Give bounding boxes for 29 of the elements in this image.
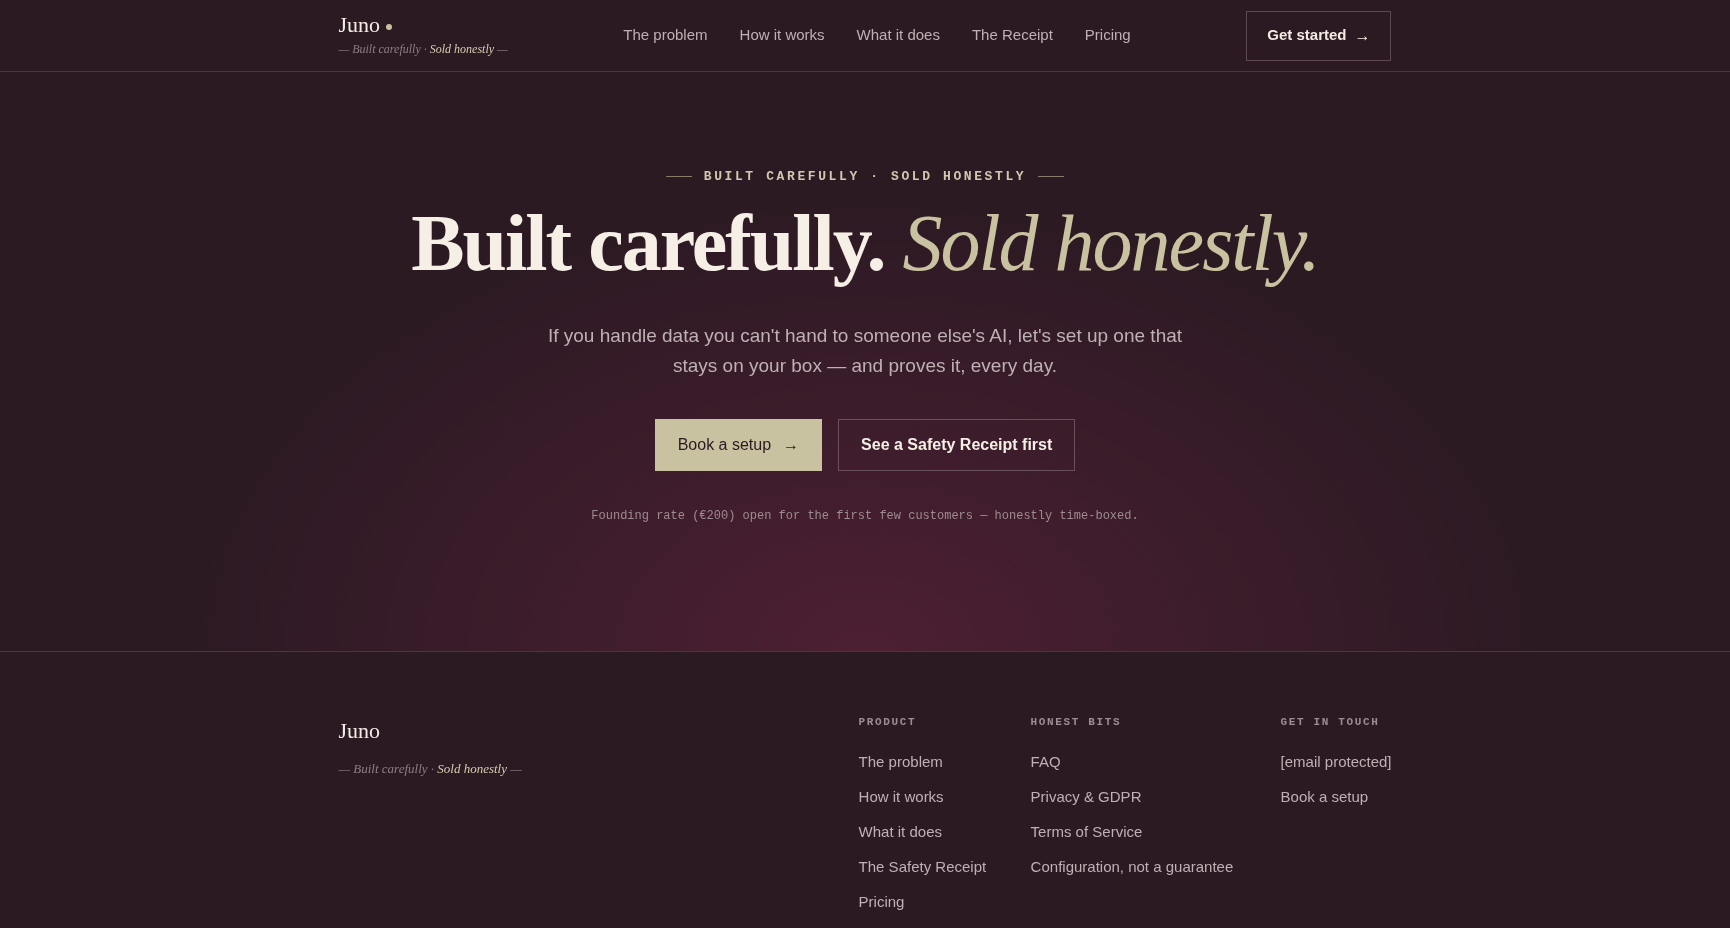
nav-link[interactable]: The Receipt [971,24,1053,47]
footer-link[interactable]: What it does [858,813,1031,849]
footer-logo[interactable]: Juno [338,714,859,747]
footer-link[interactable]: FAQ [1030,743,1281,779]
nav-link[interactable]: Pricing [1084,24,1131,47]
footer-link[interactable]: Configuration, not a guarantee [1030,848,1281,884]
footer-link[interactable]: The problem [858,743,1031,779]
footer-heading: HONEST BITS [1030,715,1123,730]
footer-heading: GET IN TOUCH [1280,715,1381,730]
nav-link[interactable]: What it does [856,24,940,47]
footer-link[interactable]: Terms of Service [1030,813,1281,849]
safety-receipt-button[interactable]: See a Safety Receipt first [838,418,1076,471]
footer-link[interactable]: Pricing [858,883,1031,919]
footer-heading: PRODUCT [858,715,918,730]
eyebrow-text: BUILT CAREFULLY · SOLD HONESTLY [703,168,1027,186]
logo[interactable]: Juno [338,13,381,36]
footer-tagline: — Built carefully · Sold honestly — [338,760,523,778]
tagline: — Built carefully · Sold honestly — [338,40,508,58]
lead-paragraph: If you handle data you can't hand to someone else's AI, let's set up one that stays on your box — and proves it, every day. [546,323,1184,378]
footer-link[interactable]: How it works [858,778,1031,814]
nav-link[interactable]: How it works [739,24,825,47]
footer-link[interactable]: Book a setup [1280,778,1392,814]
nav-link[interactable]: The problem [623,24,708,47]
footer-link[interactable]: The Safety Receipt [858,848,1031,884]
book-setup-button[interactable]: Book a setup → [654,418,823,471]
footer-link[interactable]: Privacy & GDPR [1030,778,1281,814]
footer-link[interactable]: [email protected] [1280,743,1392,779]
get-started-button[interactable]: Get started → [1246,10,1392,61]
founding-rate-note: Founding rate (€200) open for the first few customers — honestly time-boxed. [591,507,1139,525]
